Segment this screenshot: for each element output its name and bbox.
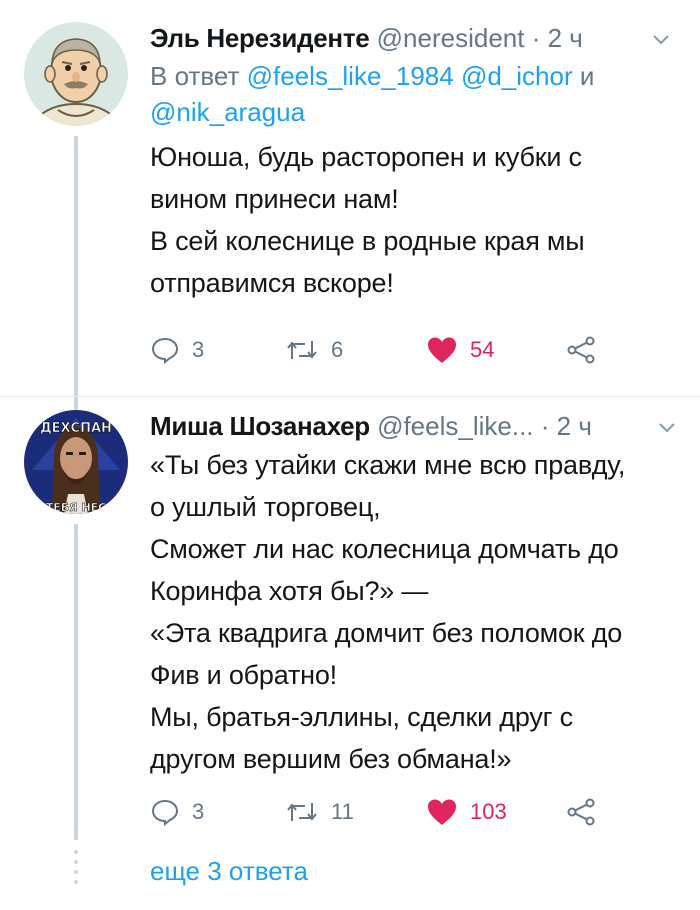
text-line: Сможет ли нас колесница домчать до — [150, 534, 619, 564]
like-count: 103 — [470, 799, 507, 824]
avatar-caption-bottom: ТЕБЯ НЕС — [46, 501, 107, 514]
tweet-2[interactable]: ДЕХСПАН ТЕБЯ НЕС Миша Шозанахер @feels_l… — [0, 0, 700, 910]
avatar-caption-top: ДЕХСПАН — [40, 421, 112, 436]
share-icon — [567, 798, 595, 826]
retweet-count: 11 — [331, 799, 354, 824]
reply-button[interactable]: 3 — [150, 794, 204, 830]
thread-line — [74, 524, 78, 840]
text-line: Фив и обратно! — [150, 660, 337, 690]
tweet-header: Миша Шозанахер @feels_like... · 2 ч — [150, 410, 592, 442]
conversation-thread: Эль Нерезиденте @neresident · 2 ч В отве… — [0, 0, 700, 910]
text-line: о ушлый торговец, — [150, 492, 381, 522]
timestamp[interactable]: 2 ч — [557, 411, 592, 441]
retweet-icon — [287, 803, 317, 821]
retweet-button[interactable]: 11 — [285, 794, 354, 830]
reply-count: 3 — [192, 799, 205, 824]
chevron-down-icon[interactable] — [656, 416, 678, 438]
text-line: «Ты без утайки скажи мне всю правду, — [150, 450, 626, 480]
show-more-replies-link[interactable]: еще 3 ответа — [150, 856, 308, 887]
text-line: Коринфа хотя бы?» — — [150, 576, 429, 606]
action-bar: 3 11 103 — [150, 794, 650, 830]
tweet-text: «Ты без утайки скажи мне всю правду, о у… — [150, 444, 685, 780]
avatar-feels-like[interactable]: ДЕХСПАН ТЕБЯ НЕС — [24, 410, 128, 514]
like-icon — [428, 799, 456, 825]
reply-icon — [151, 799, 179, 827]
text-line: Мы, братья-эллины, сделки друг с — [150, 702, 573, 732]
separator-dot: · — [540, 411, 550, 441]
author-name[interactable]: Миша Шозанахер — [150, 411, 370, 441]
share-button[interactable] — [565, 794, 597, 830]
like-button[interactable]: 103 — [426, 794, 507, 830]
thread-line — [74, 398, 78, 410]
text-line: другом вершим без обмана!» — [150, 744, 512, 774]
author-handle[interactable]: @feels_like... — [377, 411, 533, 441]
thread-dots — [74, 850, 78, 890]
text-line: «Эта квадрига домчит без поломок до — [150, 618, 623, 648]
